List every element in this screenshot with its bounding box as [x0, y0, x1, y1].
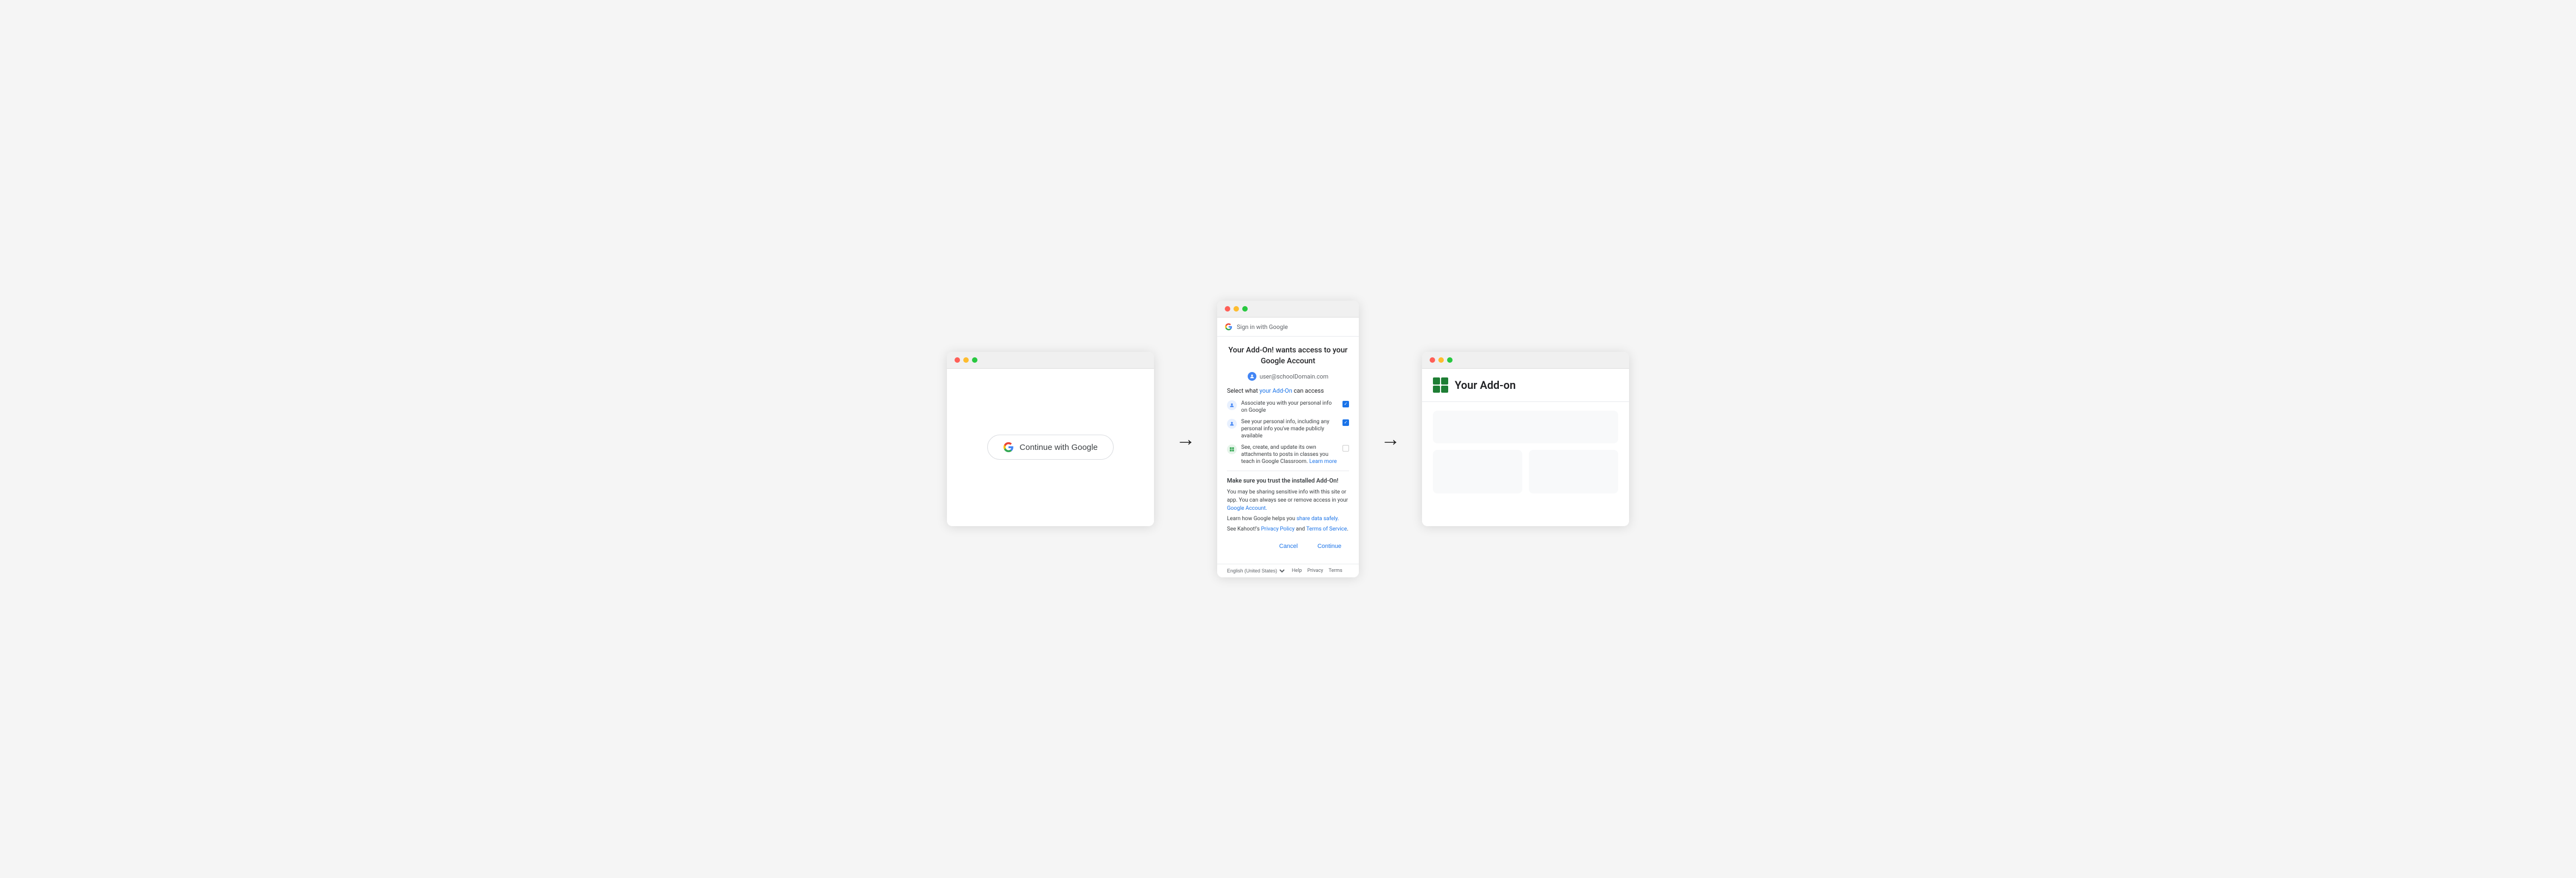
perm3-text: See, create, and update its own attachme…	[1241, 444, 1338, 465]
dot3-red	[1430, 357, 1435, 363]
oauth-title: Your Add-On! wants access to your Google…	[1227, 345, 1349, 367]
continue-google-label: Continue with Google	[1019, 443, 1097, 452]
window-1-body: Continue with Google	[947, 369, 1154, 526]
dot2-green	[1242, 306, 1248, 312]
oauth-account: user@schoolDomain.com	[1227, 372, 1349, 381]
arrow-1: →	[1176, 428, 1195, 450]
addon-logo-icon	[1433, 377, 1448, 393]
continue-with-google-button[interactable]: Continue with Google	[987, 435, 1113, 460]
dot-green	[972, 357, 977, 363]
select-label: Select what your Add-On can access	[1227, 387, 1349, 394]
addon-link[interactable]: your Add-On	[1260, 387, 1292, 394]
permission-item-3: See, create, and update its own attachme…	[1227, 444, 1349, 465]
oauth-footer: English (United States) Help Privacy Ter…	[1217, 564, 1359, 577]
account-email: user@schoolDomain.com	[1260, 373, 1328, 380]
trust-body-3: See Kahoot!'s Privacy Policy and Terms o…	[1227, 525, 1349, 533]
perm1-text: Associate you with your personal info on…	[1241, 400, 1338, 414]
addon-content	[1422, 402, 1629, 502]
privacy-policy-link[interactable]: Privacy Policy	[1261, 526, 1295, 532]
classroom-icon	[1227, 444, 1237, 454]
oauth-body: Sign in with Google Your Add-On! wants a…	[1217, 318, 1359, 577]
oauth-header-label: Sign in with Google	[1237, 324, 1288, 331]
flow-container: Continue with Google → Sign in with Goog…	[907, 301, 1669, 577]
dot2-yellow	[1234, 306, 1239, 312]
person-icon-2	[1227, 419, 1237, 429]
google-logo-icon	[1003, 442, 1014, 453]
google-g-icon	[1225, 323, 1232, 331]
perm1-checkbox[interactable]	[1342, 401, 1349, 407]
learn-more-link[interactable]: Learn more	[1309, 459, 1337, 465]
browser-window-2: Sign in with Google Your Add-On! wants a…	[1217, 301, 1359, 577]
account-icon	[1248, 372, 1256, 381]
trust-body-1: You may be sharing sensitive info with t…	[1227, 488, 1349, 513]
terms-of-service-link[interactable]: Terms of Service	[1306, 526, 1347, 532]
titlebar-3	[1422, 352, 1629, 369]
browser-window-3: Your Add-on	[1422, 352, 1629, 526]
arrow-2: →	[1381, 428, 1400, 450]
permission-item-2: See your personal info, including any pe…	[1227, 418, 1349, 440]
dot-red	[955, 357, 960, 363]
dot2-red	[1225, 306, 1230, 312]
addon-header: Your Add-on	[1422, 369, 1629, 402]
oauth-buttons: Cancel Continue	[1227, 540, 1349, 555]
titlebar-2	[1217, 301, 1359, 318]
person-icon	[1227, 400, 1237, 410]
dot3-green	[1447, 357, 1453, 363]
addon-card-wide	[1433, 411, 1618, 443]
footer-terms[interactable]: Terms	[1329, 568, 1342, 574]
dot-yellow	[963, 357, 969, 363]
footer-help[interactable]: Help	[1292, 568, 1302, 574]
oauth-content: Your Add-On! wants access to your Google…	[1217, 337, 1359, 564]
footer-privacy[interactable]: Privacy	[1307, 568, 1323, 574]
oauth-continue-button[interactable]: Continue	[1310, 540, 1349, 553]
cancel-button[interactable]: Cancel	[1272, 540, 1305, 553]
addon-card-1	[1433, 450, 1522, 493]
share-data-link[interactable]: share data safely.	[1297, 516, 1339, 522]
trust-section: Make sure you trust the installed Add-On…	[1227, 471, 1349, 533]
google-account-link[interactable]: Google Account.	[1227, 505, 1267, 511]
perm2-checkbox[interactable]	[1342, 419, 1349, 426]
perm3-checkbox[interactable]	[1342, 445, 1349, 452]
permission-item-1: Associate you with your personal info on…	[1227, 400, 1349, 414]
titlebar-1	[947, 352, 1154, 369]
addon-card-2	[1529, 450, 1618, 493]
browser-window-1: Continue with Google	[947, 352, 1154, 526]
trust-body-2: Learn how Google helps you share data sa…	[1227, 515, 1349, 523]
perm2-text: See your personal info, including any pe…	[1241, 418, 1338, 440]
dot3-yellow	[1438, 357, 1444, 363]
addon-window-body: Your Add-on	[1422, 369, 1629, 526]
language-select[interactable]: English (United States)	[1225, 568, 1286, 574]
oauth-header: Sign in with Google	[1217, 318, 1359, 337]
trust-title: Make sure you trust the installed Add-On…	[1227, 477, 1349, 486]
addon-title: Your Add-on	[1455, 379, 1516, 392]
